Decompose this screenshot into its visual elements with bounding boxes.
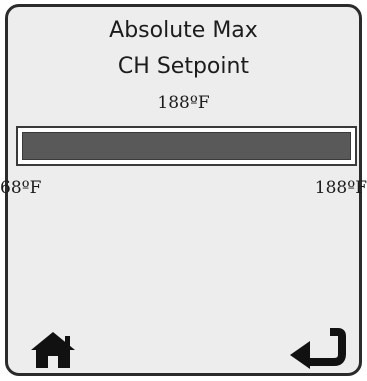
- home-button[interactable]: [30, 330, 76, 370]
- back-button[interactable]: [286, 326, 346, 370]
- screen-title-line-1: Absolute Max: [109, 18, 258, 43]
- slider-fill: [22, 132, 351, 160]
- current-setpoint-value: 188ºF: [157, 93, 210, 113]
- slider-min-label: 68ºF: [0, 178, 42, 198]
- slider-max-label: 188ºF: [314, 178, 367, 198]
- setpoint-slider[interactable]: [16, 126, 357, 166]
- screen-title-line-2: CH Setpoint: [117, 54, 250, 79]
- return-arrow-icon: [290, 328, 346, 369]
- home-icon: [31, 332, 75, 368]
